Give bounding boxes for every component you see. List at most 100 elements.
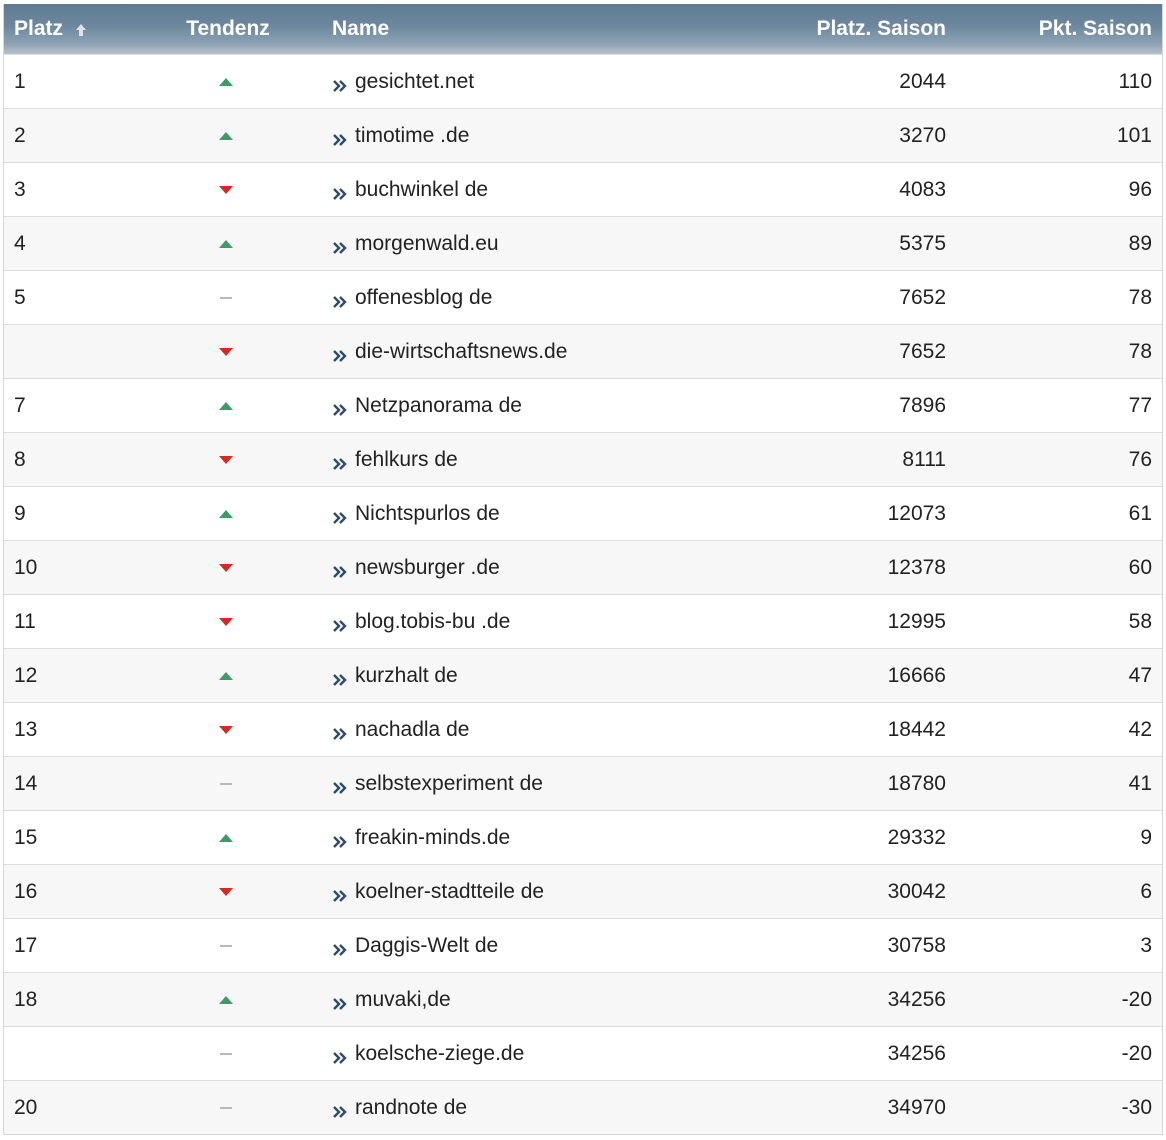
header-pkt-saison-label: Pkt. Saison [1038,17,1152,40]
rank-cell: 11 [14,609,36,633]
rank-cell: 18 [14,987,38,1011]
season-rank-cell: 4083 [899,177,946,201]
blog-link[interactable]: Netzpanorama de [355,394,522,418]
ranking-table: Platz Tendenz Name Platz. Saison Pkt. Sa… [3,4,1163,1135]
name-cell[interactable]: selbstexperiment de [330,772,720,796]
trend-up-icon [219,509,233,518]
trend-unchanged-icon [220,1052,232,1055]
name-cell[interactable]: freakin-minds.de [330,826,720,850]
trend-down-icon [219,455,233,464]
table-row: 14 selbstexperiment de 18780 41 [4,756,1162,810]
blog-link[interactable]: Nichtspurlos de [355,502,500,526]
blog-link[interactable]: selbstexperiment de [355,772,543,796]
name-cell[interactable]: blog.tobis-bu .de [330,610,720,634]
season-points-cell: 6 [1140,879,1152,903]
blog-link[interactable]: buchwinkel de [355,178,488,202]
name-cell[interactable]: kurzhalt de [330,664,720,688]
name-cell[interactable]: Nichtspurlos de [330,502,720,526]
name-cell[interactable]: randnote de [330,1096,720,1120]
header-platz-saison-label: Platz. Saison [816,17,946,40]
season-rank-cell: 8111 [902,447,946,471]
blog-link[interactable]: nachadla de [355,718,469,742]
table-row: 20 randnote de 34970 -30 [4,1080,1162,1134]
sort-ascending-icon[interactable] [75,21,87,37]
blog-link[interactable]: offenesblog de [355,286,492,310]
name-cell[interactable]: buchwinkel de [330,178,720,202]
blog-link[interactable]: timotime .de [355,124,469,148]
column-header-tendenz[interactable]: Tendenz [154,17,330,41]
trend-down-icon [219,185,233,194]
column-header-platz[interactable]: Platz [4,17,154,41]
table-row: 17 Daggis-Welt de 30758 3 [4,918,1162,972]
trend-up-icon [219,239,233,248]
blog-link[interactable]: kurzhalt de [355,664,458,688]
blog-link[interactable]: koelsche-ziege.de [355,1042,524,1066]
table-row: 13 nachadla de 18442 42 [4,702,1162,756]
rank-cell: 8 [14,447,26,471]
trend-cell [154,833,330,842]
blog-link[interactable]: randnote de [355,1096,467,1120]
trend-unchanged-icon [220,296,232,299]
double-chevron-right-icon [332,346,348,362]
name-cell[interactable]: muvaki,de [330,988,720,1012]
season-rank-cell: 34256 [887,987,946,1011]
blog-link[interactable]: freakin-minds.de [355,826,510,850]
name-cell[interactable]: timotime .de [330,124,720,148]
blog-link[interactable]: newsburger .de [355,556,500,580]
name-cell[interactable]: die-wirtschaftsnews.de [330,340,720,364]
blog-link[interactable]: koelner-stadtteile de [355,880,544,904]
blog-link[interactable]: Daggis-Welt de [355,934,498,958]
column-header-name[interactable]: Name [330,17,720,41]
name-cell[interactable]: Netzpanorama de [330,394,720,418]
rank-cell: 12 [14,663,38,687]
table-row: 11 blog.tobis-bu .de 12995 58 [4,594,1162,648]
season-rank-cell: 34256 [887,1041,946,1065]
rank-cell: 13 [14,717,38,741]
trend-cell [154,401,330,410]
blog-link[interactable]: fehlkurs de [355,448,458,472]
double-chevron-right-icon [332,292,348,308]
name-cell[interactable]: koelner-stadtteile de [330,880,720,904]
trend-cell [154,77,330,86]
season-rank-cell: 30042 [887,879,946,903]
name-cell[interactable]: offenesblog de [330,286,720,310]
rank-cell: 7 [14,393,26,417]
table-row: 7 Netzpanorama de 7896 77 [4,378,1162,432]
double-chevron-right-icon [332,184,348,200]
name-cell[interactable]: koelsche-ziege.de [330,1042,720,1066]
blog-link[interactable]: muvaki,de [355,988,451,1012]
name-cell[interactable]: morgenwald.eu [330,232,720,256]
blog-link[interactable]: blog.tobis-bu .de [355,610,510,634]
table-header: Platz Tendenz Name Platz. Saison Pkt. Sa… [4,4,1162,54]
rank-cell: 15 [14,825,38,849]
name-cell[interactable]: Daggis-Welt de [330,934,720,958]
trend-cell [154,671,330,680]
blog-link[interactable]: die-wirtschaftsnews.de [355,340,567,364]
rank-cell: 3 [14,177,26,201]
double-chevron-right-icon [332,778,348,794]
rank-cell: 16 [14,879,38,903]
trend-cell [154,455,330,464]
table-body: 1 gesichtet.net 2044 110 2 timotime .de 3270 10… [4,54,1162,1134]
table-row: koelsche-ziege.de 34256 -20 [4,1026,1162,1080]
column-header-pkt-saison[interactable]: Pkt. Saison [946,17,1162,41]
season-points-cell: 76 [1128,447,1152,471]
trend-cell [154,347,330,356]
season-points-cell: 47 [1128,663,1152,687]
name-cell[interactable]: nachadla de [330,718,720,742]
name-cell[interactable]: newsburger .de [330,556,720,580]
blog-link[interactable]: gesichtet.net [355,70,474,94]
double-chevron-right-icon [332,994,348,1010]
season-rank-cell: 2044 [899,69,946,93]
table-row: die-wirtschaftsnews.de 7652 78 [4,324,1162,378]
rank-cell: 4 [14,231,26,255]
table-row: 8 fehlkurs de 8111 76 [4,432,1162,486]
trend-cell [154,131,330,140]
season-points-cell: 61 [1128,501,1152,525]
season-points-cell: 60 [1128,555,1152,579]
name-cell[interactable]: fehlkurs de [330,448,720,472]
name-cell[interactable]: gesichtet.net [330,70,720,94]
header-platz-label: Platz [14,17,64,40]
blog-link[interactable]: morgenwald.eu [355,232,499,256]
column-header-platz-saison[interactable]: Platz. Saison [720,17,946,41]
